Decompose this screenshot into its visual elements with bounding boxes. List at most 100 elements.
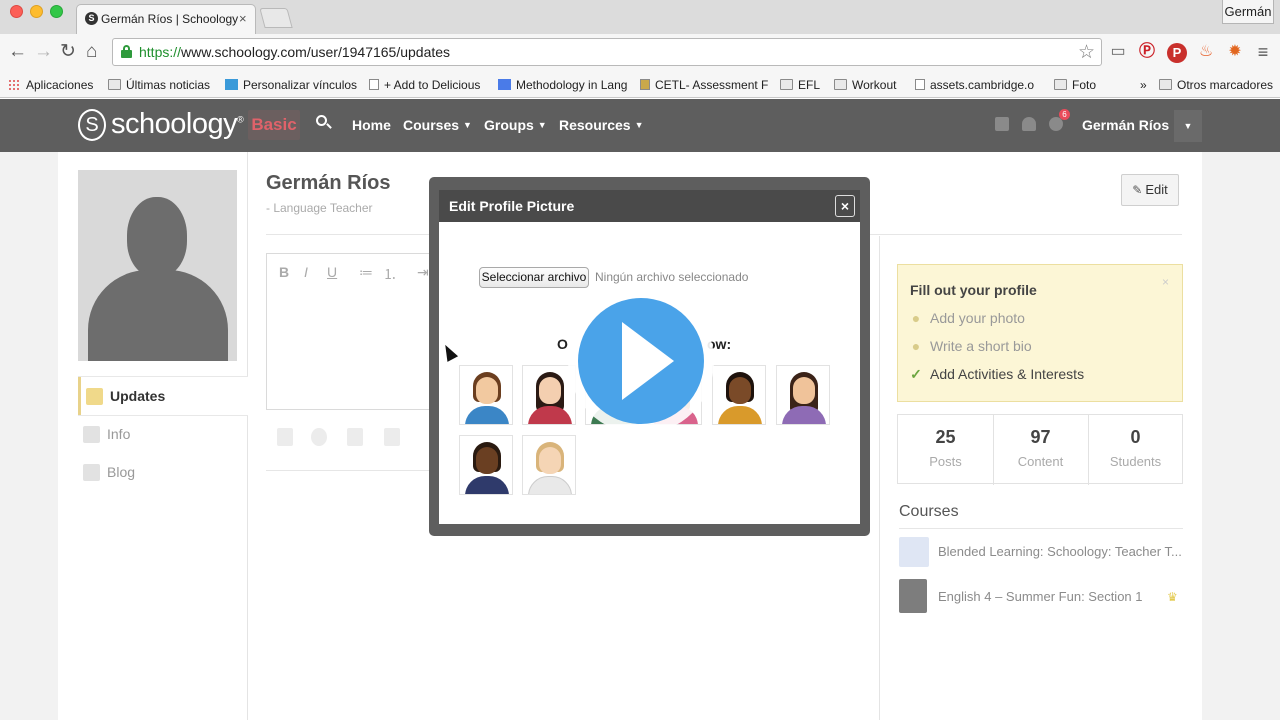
fill-item-bio[interactable]: ● Write a short bio (910, 338, 1032, 354)
browser-tab[interactable]: S Germán Ríos | Schoology × (76, 4, 256, 34)
browser-tab-bar: S Germán Ríos | Schoology × Germán (0, 0, 1280, 34)
stat-students[interactable]: 0 Students (1088, 415, 1183, 485)
attach-resource-icon[interactable] (347, 428, 363, 446)
maximize-window-button[interactable] (50, 5, 63, 18)
bookmark-foto[interactable]: Foto (1054, 77, 1096, 93)
menu-icon[interactable]: ≡ (1254, 42, 1272, 62)
nav-courses[interactable]: Courses ▼ (403, 117, 472, 133)
underline-button[interactable]: U (327, 264, 337, 280)
bookmark-delicious[interactable]: + Add to Delicious (369, 77, 480, 93)
address-bar[interactable]: https://www.schoology.com/user/1947165/u… (112, 38, 1102, 66)
close-icon[interactable]: × (1162, 275, 1169, 289)
stat-posts[interactable]: 25 Posts (898, 415, 993, 485)
course-thumbnail-icon (899, 537, 929, 567)
profile-avatar[interactable] (78, 170, 237, 361)
schoology-logo-icon[interactable]: S (78, 109, 106, 141)
cast-icon[interactable]: ▭ (1108, 42, 1128, 62)
stat-value: 97 (1030, 427, 1051, 447)
preset-avatar[interactable] (522, 365, 576, 425)
courses-heading: Courses (899, 503, 959, 520)
flame-icon[interactable]: ♨ (1197, 42, 1215, 62)
stat-label: Content (1017, 454, 1064, 469)
home-icon[interactable]: ⌂ (86, 42, 97, 62)
bookmark-methodology[interactable]: Methodology in Lang (498, 77, 627, 93)
chevron-down-icon: ▼ (537, 120, 547, 130)
apps-icon (8, 79, 21, 90)
dialog-close-icon[interactable]: × (835, 195, 855, 217)
bookmark-workout[interactable]: Workout (834, 77, 896, 93)
preset-avatar[interactable] (522, 435, 576, 495)
basic-badge[interactable]: Basic (248, 110, 300, 140)
bookmark-ultimas-noticias[interactable]: Últimas noticias (108, 77, 210, 93)
bookmark-aplicaciones[interactable]: Aplicaciones (8, 77, 93, 93)
bookmark-cetl[interactable]: CETL- Assessment F (640, 77, 768, 93)
bookmarks-bar: Aplicaciones Últimas noticias Personaliz… (0, 72, 1280, 98)
edit-profile-button[interactable]: ✎ Edit (1121, 174, 1179, 206)
forward-arrow-icon[interactable]: → (34, 42, 53, 62)
close-window-button[interactable] (10, 5, 23, 18)
bookmark-efl[interactable]: EFL (780, 77, 820, 93)
course-name[interactable]: English 4 – Summer Fun: Section 1 (938, 589, 1143, 604)
attach-document-icon[interactable] (384, 428, 400, 446)
italic-button[interactable]: I (304, 264, 308, 280)
schoology-favicon-icon: S (85, 12, 98, 25)
preset-avatar[interactable] (776, 365, 830, 425)
page-icon (640, 79, 650, 90)
reload-icon[interactable]: ↻ (60, 42, 76, 62)
folder-icon (1054, 79, 1067, 90)
dialog-title: Edit Profile Picture (449, 198, 575, 214)
bookmark-otros[interactable]: Otros marcadores (1159, 77, 1273, 93)
nav-groups[interactable]: Groups ▼ (484, 117, 547, 133)
fill-item-photo[interactable]: ● Add your photo (910, 310, 1025, 326)
sidebar-item-label: Info (107, 426, 131, 442)
chevron-down-icon: ▼ (463, 120, 472, 130)
sidebar-item-updates[interactable]: Updates (78, 377, 248, 415)
attach-link-icon[interactable] (311, 428, 327, 446)
bookmark-cambridge[interactable]: assets.cambridge.o (915, 77, 1034, 93)
pinterest-icon[interactable]: Ⓟ (1137, 42, 1157, 62)
user-menu-name[interactable]: Germán Ríos (1082, 117, 1169, 133)
search-icon[interactable] (316, 115, 332, 133)
preset-avatar[interactable] (459, 365, 513, 425)
messages-icon[interactable] (995, 117, 1009, 131)
sidebar-item-blog[interactable]: Blog (78, 453, 248, 491)
bullet-list-button[interactable]: ≔ (359, 264, 373, 281)
bookmark-personalizar[interactable]: Personalizar vínculos (225, 77, 357, 93)
nav-resources[interactable]: Resources ▼ (559, 117, 644, 133)
folder-icon (780, 79, 793, 90)
indent-button[interactable]: ⇥ (417, 264, 429, 281)
nav-home[interactable]: Home (352, 117, 391, 133)
minimize-window-button[interactable] (30, 5, 43, 18)
url-text: https://www.schoology.com/user/1947165/u… (139, 44, 451, 60)
bold-button[interactable]: B (279, 264, 289, 280)
choose-file-button[interactable]: Seleccionar archivo (479, 267, 589, 288)
new-tab-button[interactable] (259, 8, 293, 28)
stat-content[interactable]: 97 Content (993, 415, 1088, 485)
preset-avatar[interactable] (712, 365, 766, 425)
course-item[interactable]: Blended Learning: Schoology: Teacher T..… (899, 537, 1189, 577)
course-name[interactable]: Blended Learning: Schoology: Teacher T..… (938, 544, 1182, 559)
user-menu-chevron-icon[interactable]: ▼ (1174, 110, 1202, 142)
requests-icon[interactable] (1022, 117, 1036, 131)
fill-item-activities[interactable]: ✓ Add Activities & Interests (910, 366, 1084, 383)
profile-role: - Language Teacher (266, 201, 373, 215)
page-icon (915, 79, 925, 90)
tab-close-icon[interactable]: × (239, 11, 247, 26)
pocket-icon[interactable]: P (1167, 43, 1187, 63)
bookmark-star-icon[interactable]: ☆ (1078, 41, 1095, 64)
browser-profile-button[interactable]: Germán (1222, 0, 1274, 24)
attach-file-icon[interactable] (277, 428, 293, 446)
windows-icon (225, 79, 238, 90)
extension-gear-icon[interactable]: ✹ (1225, 42, 1245, 62)
profile-name: Germán Ríos (266, 172, 391, 194)
sidebar-item-info[interactable]: Info (78, 415, 248, 453)
bookmarks-overflow-icon[interactable]: » (1140, 77, 1147, 93)
avatar-silhouette-body (88, 270, 228, 361)
schoology-logo[interactable]: schoology® (111, 108, 244, 141)
numbered-list-button[interactable]: ⒈ (383, 264, 397, 284)
preset-avatar[interactable] (459, 435, 513, 495)
fill-profile-title: Fill out your profile (910, 282, 1037, 298)
course-item[interactable]: English 4 – Summer Fun: Section 1 ♛ (899, 579, 1189, 619)
sidebar-item-label: Updates (110, 388, 166, 404)
back-arrow-icon[interactable]: ← (8, 42, 27, 62)
